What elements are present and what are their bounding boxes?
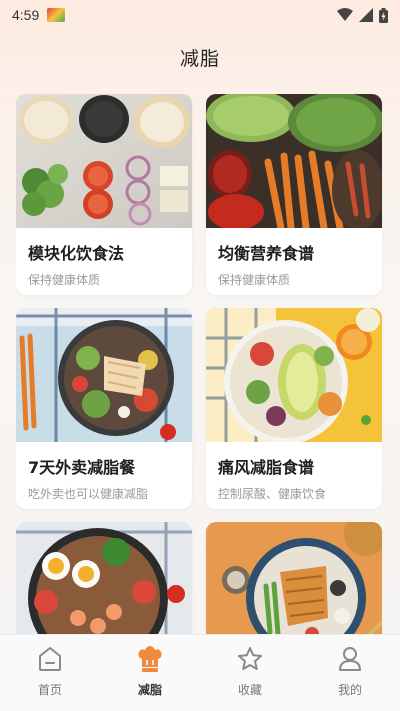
tab-fat-loss[interactable]: 减脂	[100, 635, 200, 711]
tab-home[interactable]: 首页	[0, 635, 100, 711]
tab-favorites[interactable]: 收藏	[200, 635, 300, 711]
recipe-grid[interactable]: 模块化饮食法 保持健康体质 均衡营养食谱 保持健康体质 7天外卖减脂餐 吃外卖也…	[16, 94, 384, 634]
recipe-subtitle: 保持健康体质	[218, 273, 291, 287]
star-icon	[236, 645, 264, 673]
signal-icon	[359, 8, 373, 22]
recipe-title: 痛风减脂食谱	[218, 458, 315, 477]
recipe-image	[16, 522, 192, 634]
recipe-image	[206, 522, 382, 634]
tab-label: 收藏	[237, 683, 262, 697]
tab-label: 减脂	[137, 683, 162, 697]
recipe-subtitle: 控制尿酸、健康饮食	[218, 487, 327, 501]
status-icons	[337, 7, 388, 23]
recipe-subtitle: 吃外卖也可以健康减脂	[28, 487, 149, 501]
tab-label: 首页	[37, 683, 62, 697]
recipe-image	[16, 94, 192, 228]
recipe-card[interactable]	[206, 522, 382, 634]
recipe-title: 模块化饮食法	[28, 244, 125, 263]
recipe-card[interactable]: 7天外卖减脂餐 吃外卖也可以健康减脂	[16, 308, 192, 509]
recipe-card[interactable]	[16, 522, 192, 634]
recipe-title: 7天外卖减脂餐	[28, 458, 136, 477]
recipe-title: 均衡营养食谱	[218, 244, 315, 263]
recipe-image	[206, 308, 382, 442]
bottom-tab-bar: 首页 减脂 收藏 我的	[0, 634, 400, 711]
page-title: 减脂	[179, 48, 220, 70]
status-bar: 4:59	[0, 0, 400, 30]
recipe-card[interactable]: 痛风减脂食谱 控制尿酸、健康饮食	[206, 308, 382, 509]
chef-hat-icon	[136, 645, 164, 673]
recipe-subtitle: 保持健康体质	[28, 273, 101, 287]
recipe-image	[16, 308, 192, 442]
recipe-card[interactable]: 模块化饮食法 保持健康体质	[16, 94, 192, 295]
status-time: 4:59	[12, 7, 40, 23]
home-icon	[36, 645, 64, 673]
app-notification-icon	[47, 8, 66, 22]
battery-icon	[379, 7, 388, 23]
recipe-image	[206, 94, 382, 228]
recipe-card[interactable]: 均衡营养食谱 保持健康体质	[206, 94, 382, 295]
person-icon	[336, 645, 364, 673]
tab-label: 我的	[337, 683, 362, 697]
tab-profile[interactable]: 我的	[300, 635, 400, 711]
wifi-icon	[337, 8, 353, 22]
